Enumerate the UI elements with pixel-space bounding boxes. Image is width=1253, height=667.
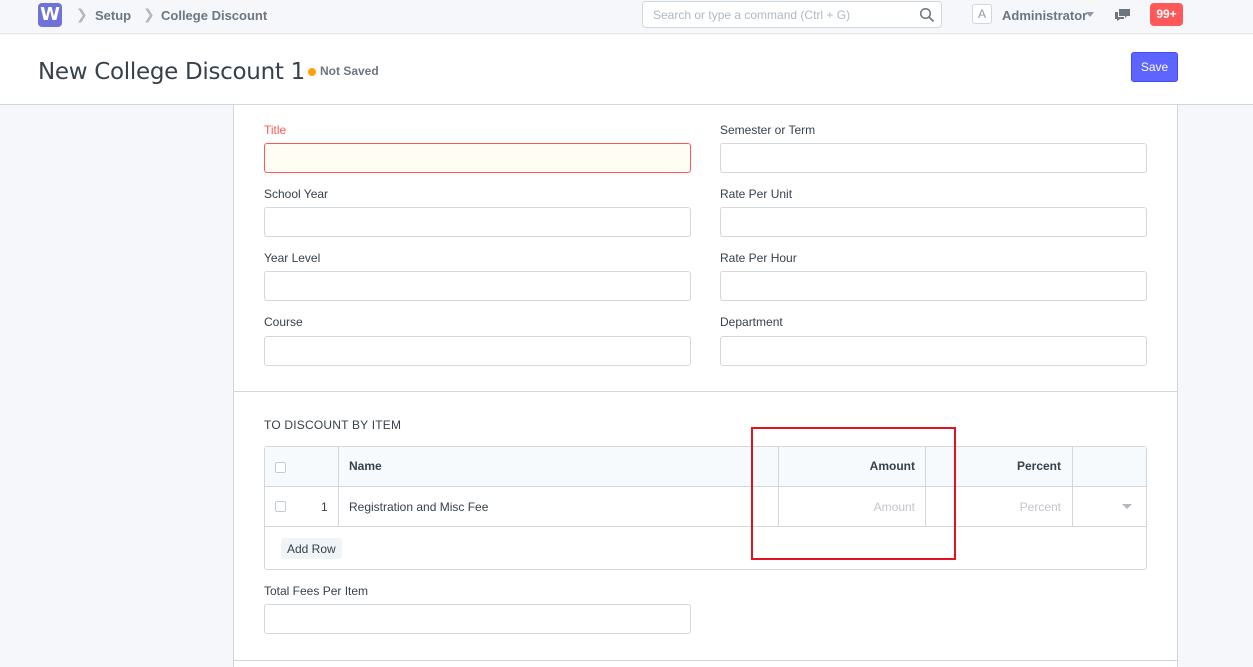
rate-per-hour-label: Rate Per Hour: [720, 251, 797, 265]
status-indicator: Not Saved: [320, 64, 379, 78]
section-divider: [234, 660, 1177, 661]
course-field[interactable]: [264, 336, 691, 366]
form-layout: Title School Year Year Level Course Seme…: [233, 105, 1178, 667]
column-divider: [338, 447, 339, 487]
add-row-button[interactable]: Add Row: [281, 538, 342, 559]
search-input[interactable]: [643, 2, 903, 27]
awesome-bar: [642, 1, 942, 28]
section-divider: [234, 391, 1177, 392]
section-title: TO DISCOUNT BY ITEM: [264, 418, 402, 432]
chat-icon[interactable]: [1114, 7, 1132, 23]
select-all-checkbox[interactable]: [275, 462, 286, 473]
grid-header: Name Amount Percent: [265, 447, 1146, 487]
rate-per-unit-label: Rate Per Unit: [720, 187, 793, 201]
highlight-annotation: [751, 427, 956, 560]
status-dot-icon: [308, 68, 316, 76]
column-header-name[interactable]: Name: [349, 459, 382, 473]
top-navbar: W ❯ Setup ❯ College Discount A Administr…: [0, 0, 1253, 34]
user-menu[interactable]: Administrator: [1002, 8, 1087, 23]
page-head: New College Discount 1 Not Saved Save: [0, 35, 1253, 105]
total-fees-label: Total Fees Per Item: [264, 584, 369, 598]
column-divider: [1072, 487, 1073, 527]
title-field[interactable]: [264, 143, 691, 173]
row-name-cell[interactable]: Registration and Misc Fee: [349, 500, 488, 514]
row-checkbox[interactable]: [275, 501, 286, 512]
department-label: Department: [720, 315, 783, 329]
school-year-field[interactable]: [264, 207, 691, 237]
year-level-field[interactable]: [264, 271, 691, 301]
chevron-right-icon: ❯: [76, 6, 88, 22]
breadcrumb-setup[interactable]: Setup: [95, 8, 131, 23]
year-level-label: Year Level: [264, 251, 321, 265]
course-label: Course: [264, 315, 303, 329]
school-year-label: School Year: [264, 187, 329, 201]
total-fees-field[interactable]: [264, 604, 691, 634]
search-icon[interactable]: [919, 7, 935, 23]
breadcrumb-college-discount[interactable]: College Discount: [161, 8, 267, 23]
chevron-right-icon: ❯: [143, 6, 155, 22]
row-percent-cell[interactable]: Percent: [1020, 500, 1061, 514]
rate-per-unit-field[interactable]: [720, 207, 1147, 237]
row-expand-caret-icon[interactable]: [1122, 504, 1132, 509]
page-title: New College Discount 1: [38, 59, 305, 85]
caret-down-icon[interactable]: [1086, 12, 1094, 17]
column-header-percent[interactable]: Percent: [1017, 459, 1061, 473]
table-row[interactable]: 1 Registration and Misc Fee Amount Perce…: [265, 487, 1146, 527]
column-divider: [338, 487, 339, 527]
rate-per-hour-field[interactable]: [720, 271, 1147, 301]
title-label: Title: [264, 123, 287, 137]
department-field[interactable]: [720, 336, 1147, 366]
semester-label: Semester or Term: [720, 123, 816, 137]
notifications-badge[interactable]: 99+: [1150, 3, 1183, 26]
row-index: 1: [321, 500, 328, 514]
column-divider: [1072, 447, 1073, 487]
app-logo[interactable]: W: [38, 3, 62, 27]
avatar[interactable]: A: [972, 4, 992, 24]
save-button[interactable]: Save: [1131, 52, 1178, 82]
semester-field[interactable]: [720, 143, 1147, 173]
discount-items-grid: Name Amount Percent 1 Registration and M…: [264, 446, 1147, 570]
